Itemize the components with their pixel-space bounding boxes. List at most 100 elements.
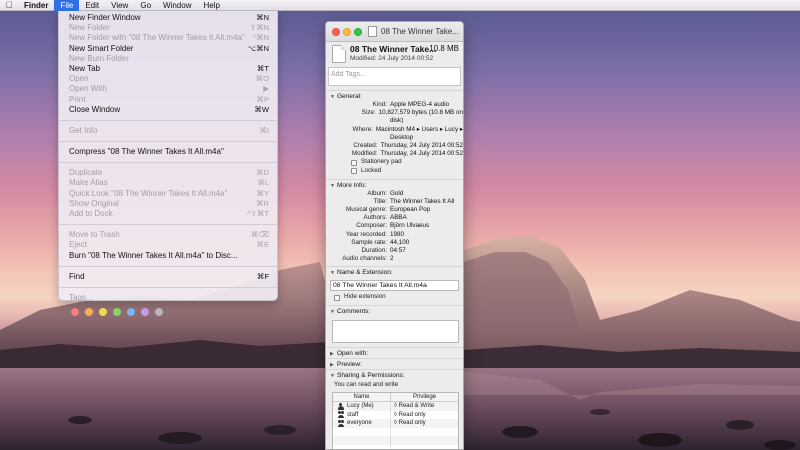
file-name-field[interactable]: 08 The Winner Takes It All.m4a — [330, 280, 459, 292]
menu-separator — [59, 141, 277, 143]
section-more-info[interactable]: ▼ More Info: — [326, 178, 463, 190]
permission-privilege[interactable]: ◊ Read only — [391, 419, 458, 428]
menu-item-shortcut: ⌘I — [259, 125, 269, 135]
get-info-window: 08 The Winner Take... 08 The Winner Take… — [325, 21, 464, 450]
menu-item-label: Open With — [69, 84, 107, 94]
info-key: Composer: — [356, 222, 387, 230]
menu-item-close-window[interactable]: Close Window ⌘W — [59, 105, 277, 115]
menu-item-new-tab[interactable]: New Tab ⌘T — [59, 64, 277, 74]
table-row[interactable]: everyone ◊ Read only — [333, 419, 458, 428]
info-key: Kind: — [372, 101, 387, 108]
menu-item-label: Open — [69, 74, 89, 84]
menu-item-move-to-trash[interactable]: Move to Trash ⌘⌫ — [59, 230, 277, 240]
hide-extension-checkbox[interactable] — [334, 294, 340, 301]
tags-input[interactable]: Add Tags... — [328, 67, 461, 86]
menu-item-shortcut: ⌘Y — [256, 188, 269, 198]
menu-item-new-smart-folder[interactable]: New Smart Folder ⌥⌘N — [59, 44, 277, 54]
menu-view[interactable]: View — [105, 0, 134, 11]
table-row[interactable]: staff ◊ Read only — [333, 410, 458, 420]
permissions-rows: Lucy (Me) ◊ Read & Write staff ◊ Read only e… — [333, 402, 458, 449]
menu-item-compress-08-the-winner-takes-it-all-m4a[interactable]: Compress "08 The Winner Takes It All.m4a… — [59, 147, 277, 157]
info-row: Title: The Winner Takes It All — [326, 198, 463, 206]
apple-logo-icon[interactable]:  — [0, 0, 18, 10]
minimize-window-button[interactable] — [343, 28, 351, 36]
info-row: disk) — [326, 117, 463, 125]
menu-item-make-alias[interactable]: Make Alias ⌘L — [59, 178, 277, 188]
section-open-with[interactable]: ▶ Open with: — [326, 347, 463, 358]
locked-checkbox[interactable] — [351, 168, 357, 175]
document-icon — [368, 26, 377, 37]
menu-item-duplicate[interactable]: Duplicate ⌘D — [59, 168, 277, 178]
section-comments-label: Comments: — [337, 308, 371, 316]
permissions-table: Name Privilege Lucy (Me) ◊ Read & Write st… — [332, 392, 459, 449]
menu-item-label: Find — [69, 271, 85, 281]
zoom-window-button[interactable] — [354, 28, 362, 36]
menu-item-shortcut: ⌘W — [254, 104, 269, 114]
disclosure-down-icon[interactable]: ▼ — [330, 307, 337, 318]
info-row: Where: Macintosh M4 ▸ Users ▸ Lucy ▸ — [326, 126, 463, 134]
menu-item-shortcut: ⌘R — [256, 198, 269, 208]
menu-item-new-folder[interactable]: New Folder ⇧⌘N — [59, 23, 277, 33]
menu-item-new-folder-with-08-the-winner-takes-it-a[interactable]: New Folder with "08 The Winner Takes It … — [59, 33, 277, 43]
menu-item-print[interactable]: Print ⌘P — [59, 95, 277, 105]
menu-item-find[interactable]: Find ⌘F — [59, 272, 277, 282]
close-window-button[interactable] — [332, 28, 340, 36]
menu-item-burn-08-the-winner-takes-it-all-m4a-to-d[interactable]: Burn "08 The Winner Takes It All.m4a" to… — [59, 251, 277, 261]
locked-row[interactable]: Locked — [326, 167, 463, 176]
permission-privilege — [391, 428, 458, 437]
permission-name: Lucy (Me) — [333, 402, 391, 411]
permission-privilege[interactable]: ◊ Read only — [391, 411, 458, 420]
info-row: Audio channels: 2 — [326, 255, 463, 263]
tag-color-dot[interactable] — [127, 308, 135, 317]
tag-color-dot[interactable] — [155, 308, 163, 317]
menu-item-new-finder-window[interactable]: New Finder Window ⌘N — [59, 13, 277, 23]
tag-color-dot[interactable] — [113, 308, 121, 317]
menu-item-label: New Tab — [69, 63, 100, 73]
menu-item-open[interactable]: Open ⌘O — [59, 74, 277, 84]
menu-item-open-with[interactable]: Open With ▶ — [59, 84, 277, 94]
stationery-pad-row[interactable]: Stationery pad — [326, 158, 463, 167]
menu-item-add-to-dock[interactable]: Add to Dock ^⇧⌘T — [59, 209, 277, 219]
info-key — [326, 117, 390, 125]
menu-window[interactable]: Window — [157, 0, 197, 11]
section-comments[interactable]: ▼ Comments: — [326, 305, 463, 316]
menu-item-eject[interactable]: Eject ⌘E — [59, 240, 277, 250]
window-titlebar[interactable]: 08 The Winner Take... — [326, 22, 463, 42]
menu-item-show-original[interactable]: Show Original ⌘R — [59, 199, 277, 209]
tag-color-dot[interactable] — [141, 308, 149, 317]
permission-privilege — [391, 436, 458, 445]
section-preview[interactable]: ▶ Preview: — [326, 358, 463, 369]
menu-item-shortcut: ^⌘N — [252, 33, 269, 43]
menu-edit[interactable]: Edit — [79, 0, 105, 11]
disclosure-down-icon[interactable]: ▼ — [330, 268, 337, 279]
hide-extension-row[interactable]: Hide extension — [326, 293, 463, 302]
tag-color-dot[interactable] — [99, 308, 107, 317]
table-row[interactable]: Lucy (Me) ◊ Read & Write — [333, 402, 458, 411]
menu-separator — [59, 119, 277, 121]
menu-file[interactable]: File — [54, 0, 80, 11]
menu-item-get-info[interactable]: Get Info ⌘I — [59, 126, 277, 136]
menu-go[interactable]: Go — [134, 0, 157, 11]
menu-item-shortcut: ^⇧⌘T — [247, 209, 269, 218]
stationery-pad-checkbox[interactable] — [351, 159, 357, 166]
section-sharing[interactable]: ▼ Sharing & Permissions: — [326, 369, 463, 380]
menu-item-shortcut: ⌘O — [255, 74, 269, 84]
col-privilege[interactable]: Privilege — [391, 393, 458, 401]
tag-color-dot[interactable] — [71, 308, 79, 317]
section-more-info-label: More Info: — [337, 181, 367, 189]
comments-textarea[interactable] — [332, 320, 459, 344]
menu-item-new-burn-folder[interactable]: New Burn Folder — [59, 54, 277, 64]
permission-privilege[interactable]: ◊ Read & Write — [391, 402, 458, 411]
section-general-label: General: — [337, 93, 362, 100]
section-name-extension[interactable]: ▼ Name & Extension: — [326, 266, 463, 277]
menu-help[interactable]: Help — [197, 0, 225, 11]
menu-item-tags[interactable]: Tags... — [59, 293, 277, 303]
menu-item-label: New Finder Window — [69, 13, 141, 22]
permission-name: everyone — [333, 419, 391, 428]
menu-item-quick-look-08-the-winner-takes-it-all-m4[interactable]: Quick Look "08 The Winner Takes It All.m… — [59, 189, 277, 199]
section-general[interactable]: ▼ General: — [326, 90, 463, 101]
tag-color-dot[interactable] — [85, 308, 93, 317]
info-row: Modified: Thursday, 24 July 2014 00:52 — [326, 150, 463, 158]
menu-finder[interactable]: Finder — [18, 0, 54, 11]
col-name[interactable]: Name — [333, 393, 391, 402]
